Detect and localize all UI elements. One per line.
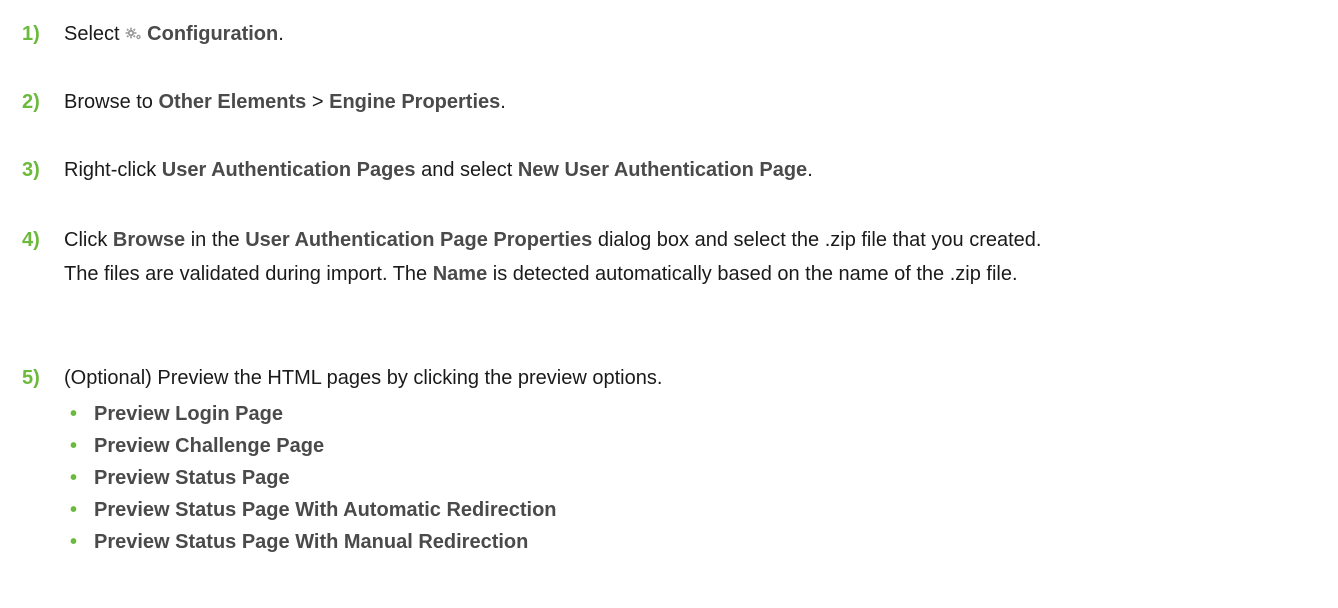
- gear-icon: [125, 27, 141, 40]
- ui-element-name: User Authentication Pages: [161, 159, 416, 181]
- bullet-marker: •: [70, 403, 78, 425]
- ui-element-name: Engine Properties: [329, 91, 501, 113]
- ui-element-name: Other Elements: [158, 91, 307, 113]
- list-item: • Preview Challenge Page: [64, 432, 1338, 464]
- list-item: • Preview Login Page: [64, 400, 1338, 432]
- bullet-marker: •: [70, 499, 78, 521]
- procedure-document: 1) Select Configuration. 2) Browse to Ot…: [0, 0, 1338, 608]
- ui-element-name: Name: [432, 263, 488, 285]
- step-note: The files are validated during import. T…: [64, 263, 1018, 285]
- ui-element-name: User Authentication Page Properties: [245, 229, 593, 251]
- ui-element-name: Browse: [112, 229, 186, 251]
- step-text: Right-click User Authentication Pages an…: [64, 159, 813, 181]
- preview-options-list: • Preview Login Page • Preview Challenge P…: [64, 400, 1338, 560]
- list-item: • Preview Status Page: [64, 464, 1338, 496]
- step-text: Click Browse in the User Authentication …: [64, 226, 1266, 288]
- bullet-marker: •: [70, 467, 78, 489]
- step-number: 1): [22, 23, 40, 45]
- bullet-marker: •: [70, 435, 78, 457]
- step-text: Browse to Other Elements > Engine Proper…: [64, 91, 506, 113]
- step-number: 5): [22, 367, 40, 389]
- step-number: 2): [22, 91, 40, 113]
- list-item: • Preview Status Page With Automatic Redi…: [64, 496, 1338, 528]
- step-text: Select Configuration.: [64, 23, 284, 45]
- ui-element-name: New User Authentication Page: [517, 159, 808, 181]
- step-text: (Optional) Preview the HTML pages by cli…: [64, 364, 1338, 560]
- step-number: 3): [22, 159, 40, 181]
- ui-element-name: Configuration: [147, 23, 279, 45]
- step-number: 4): [22, 229, 40, 251]
- bullet-marker: •: [70, 531, 78, 553]
- list-item: • Preview Status Page With Manual Redirec…: [64, 528, 1338, 560]
